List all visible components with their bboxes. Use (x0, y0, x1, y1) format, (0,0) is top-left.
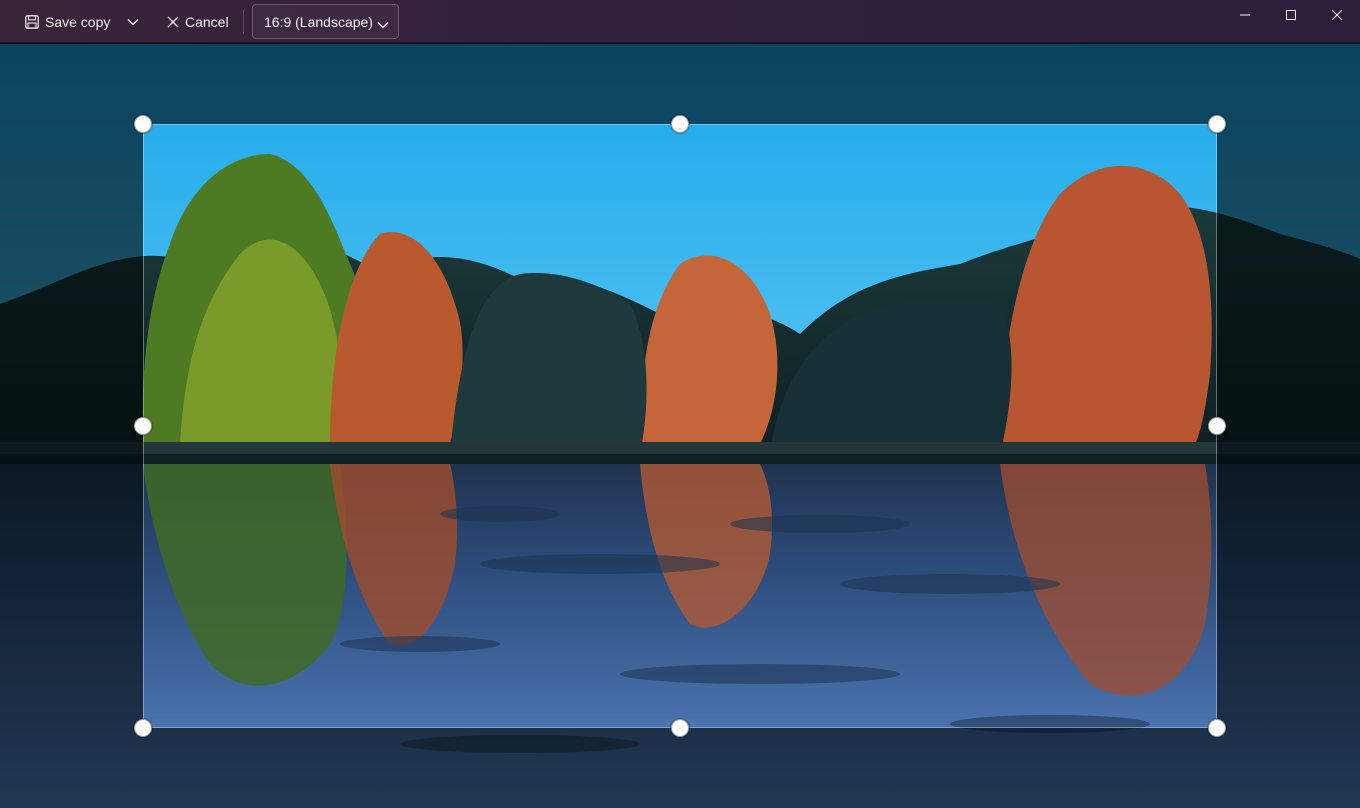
save-copy-button[interactable]: Save copy (20, 6, 116, 37)
maximize-button[interactable] (1268, 0, 1314, 32)
save-icon (25, 14, 39, 29)
crop-handle-bottom-right[interactable] (1208, 719, 1226, 737)
crop-overlay-top (0, 44, 1360, 124)
toolbar-divider (243, 10, 244, 34)
aspect-ratio-dropdown[interactable]: 16:9 (Landscape) (252, 4, 399, 39)
command-bar: Save copy Cancel 16:9 (Landscape) (0, 0, 1360, 43)
maximize-icon (1286, 7, 1296, 25)
image-canvas[interactable] (0, 44, 1360, 808)
crop-frame[interactable] (143, 124, 1217, 728)
save-options-button[interactable] (120, 6, 146, 37)
crop-handle-left[interactable] (134, 417, 152, 435)
cancel-label: Cancel (185, 13, 229, 30)
crop-handle-right[interactable] (1208, 417, 1226, 435)
minimize-button[interactable] (1222, 0, 1268, 32)
crop-overlay-left (0, 124, 143, 728)
chevron-down-icon (127, 18, 139, 26)
crop-handle-bottom[interactable] (671, 719, 689, 737)
chevron-down-icon (377, 16, 389, 32)
crop-overlay-right (1217, 124, 1360, 728)
window-close-button[interactable] (1314, 0, 1360, 32)
close-icon (167, 16, 179, 28)
minimize-icon (1240, 7, 1250, 25)
aspect-ratio-value: 16:9 (Landscape) (264, 13, 373, 30)
close-icon (1331, 7, 1343, 25)
cancel-button[interactable]: Cancel (161, 6, 235, 37)
save-copy-label: Save copy (45, 13, 111, 30)
crop-handle-top-right[interactable] (1208, 115, 1226, 133)
crop-overlay-bottom (0, 728, 1360, 808)
crop-handle-top[interactable] (671, 115, 689, 133)
crop-handle-bottom-left[interactable] (134, 719, 152, 737)
crop-handle-top-left[interactable] (134, 115, 152, 133)
